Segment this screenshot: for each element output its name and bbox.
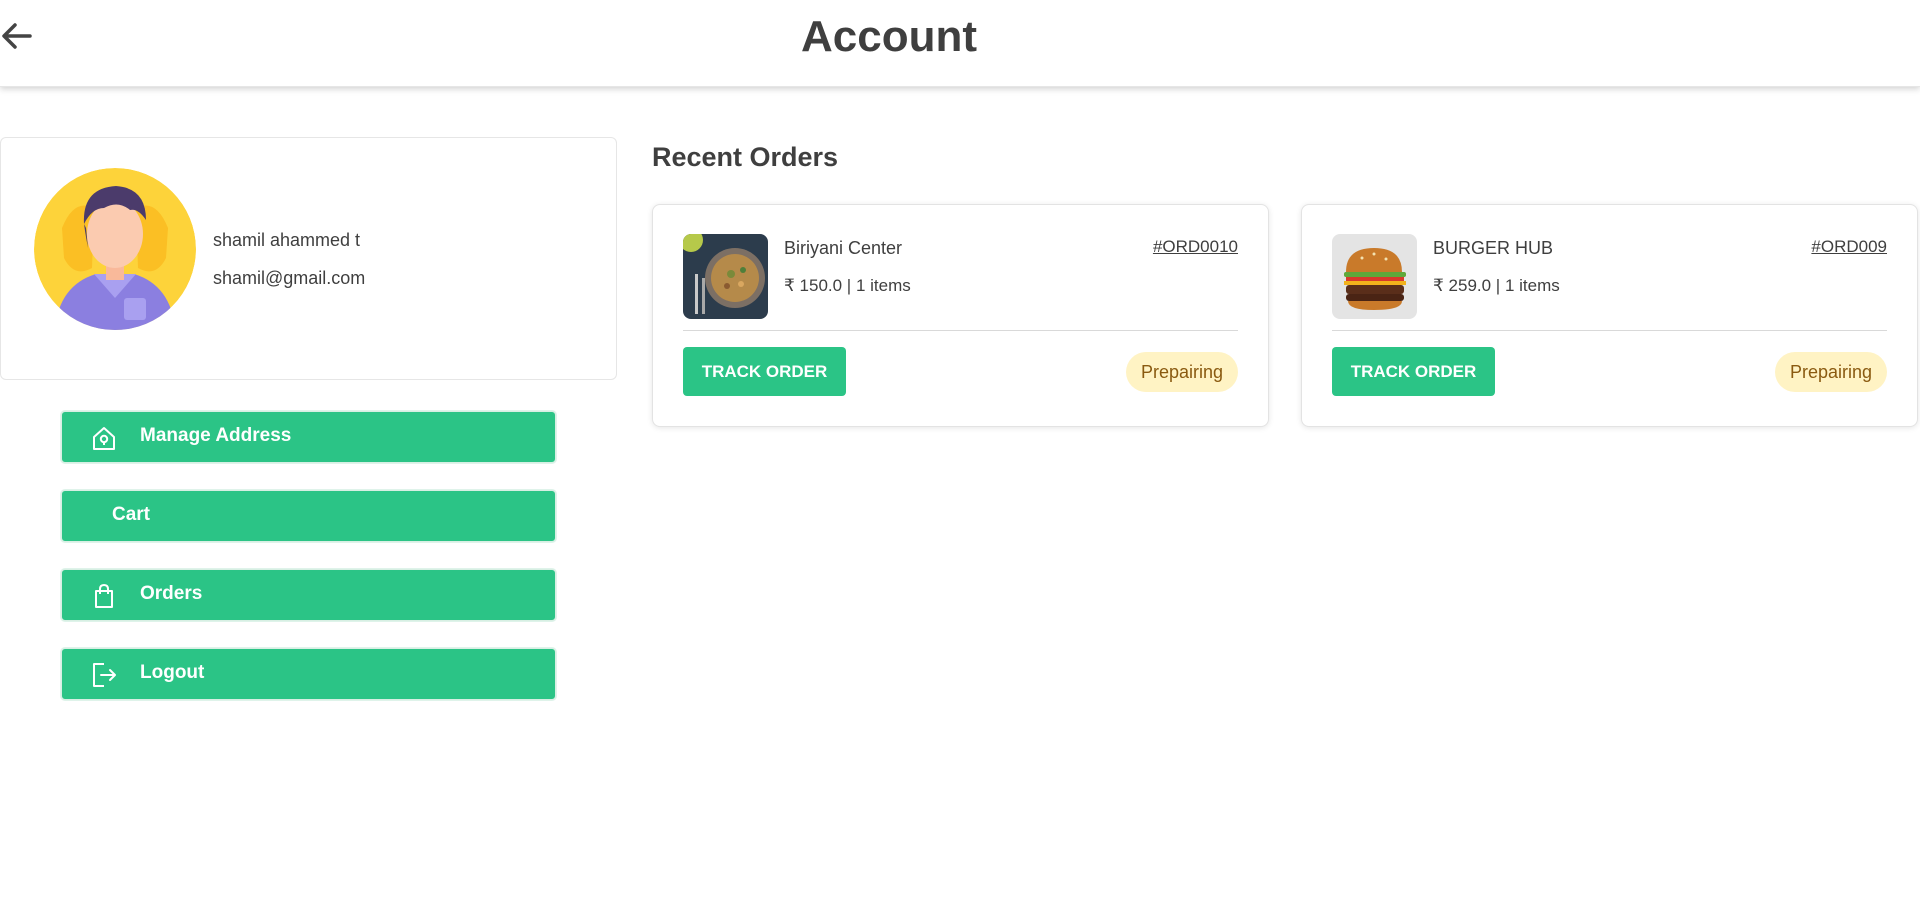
order-summary: ₹ 150.0 | 1 items (784, 276, 911, 295)
order-id-link[interactable]: #ORD0010 (1153, 237, 1238, 257)
avatar (34, 168, 196, 330)
divider (683, 330, 1238, 331)
biriyani-plate-image (683, 234, 768, 319)
manage-address-label: Manage Address (140, 425, 292, 446)
top-bar: Account (0, 0, 1920, 87)
shopping-bag-icon (90, 582, 118, 610)
restaurant-name: Biriyani Center (784, 238, 903, 258)
track-order-button[interactable]: TRACK ORDER (683, 347, 846, 396)
restaurant-name: BURGER HUB (1433, 238, 1554, 258)
manage-address-button[interactable]: Manage Address (61, 411, 556, 463)
order-summary: ₹ 259.0 | 1 items (1433, 276, 1560, 295)
profile-name: shamil ahammed t (213, 230, 361, 250)
cart-button[interactable]: Cart (61, 490, 556, 542)
divider (1332, 330, 1887, 331)
status-badge: Prepairing (1125, 352, 1238, 392)
page-title: Account (801, 12, 977, 61)
order-id-link[interactable]: #ORD009 (1811, 237, 1887, 257)
logout-button[interactable]: Logout (61, 648, 556, 700)
cart-label: Cart (112, 504, 151, 525)
logout-icon (90, 661, 118, 689)
recent-orders-title: Recent Orders (652, 142, 839, 172)
status-badge: Prepairing (1774, 352, 1887, 392)
order-card: Biriyani Center ₹ 150.0 | 1 items #ORD00… (652, 204, 1269, 427)
profile-card: shamil ahammed t shamil@gmail.com (0, 137, 617, 380)
burger-image (1332, 234, 1417, 319)
orders-button[interactable]: Orders (61, 569, 556, 621)
orders-label: Orders (140, 583, 203, 604)
user-avatar-icon (34, 168, 196, 330)
profile-email: shamil@gmail.com (213, 268, 366, 288)
home-location-icon (90, 424, 118, 452)
order-card: BURGER HUB ₹ 259.0 | 1 items #ORD009 TRA… (1301, 204, 1918, 427)
track-order-button[interactable]: TRACK ORDER (1332, 347, 1495, 396)
logout-label: Logout (140, 662, 205, 683)
